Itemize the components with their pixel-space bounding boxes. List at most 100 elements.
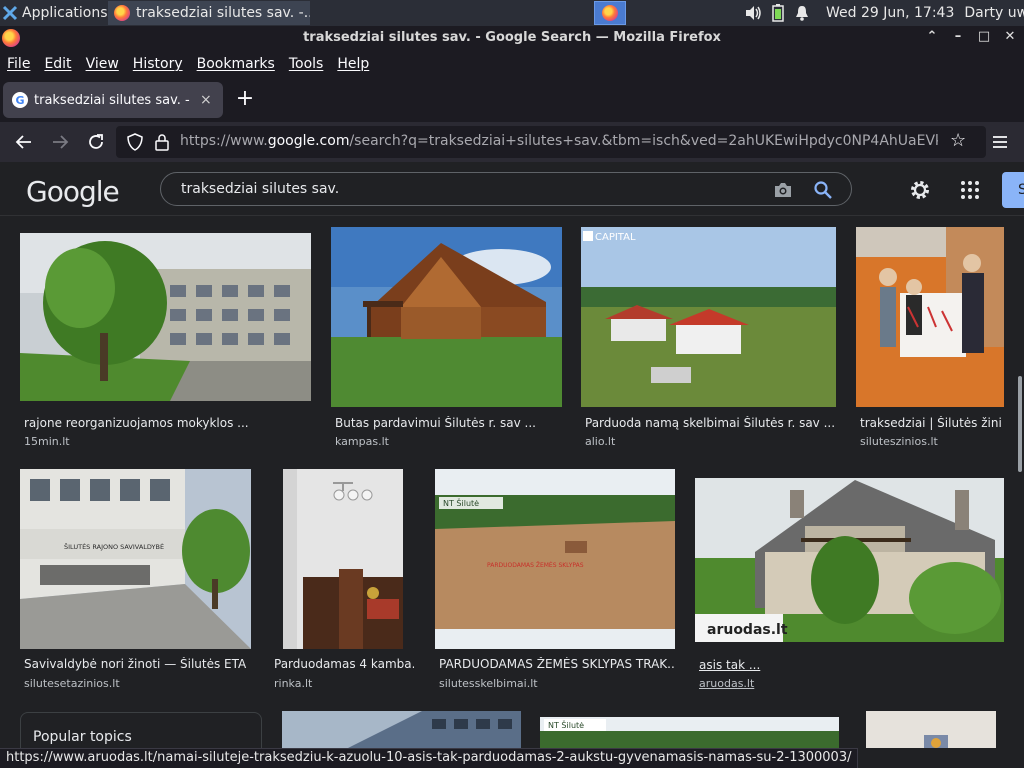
result-image[interactable] [282,711,521,748]
image-result-11[interactable] [866,711,996,748]
menu-help[interactable]: Help [337,56,369,72]
result-image[interactable] [331,227,562,407]
menu-edit[interactable]: Edit [44,56,71,72]
bookmark-star-icon[interactable]: ☆ [950,130,966,151]
image-result-8[interactable]: aruodas.lt asis tak ... aruodas.lt [695,478,1005,699]
applications-menu[interactable]: Applications ⁝ [2,3,116,23]
menu-view[interactable]: View [86,56,119,72]
image-result-2[interactable]: Butas pardavimui Šilutės r. sav ... kamp… [331,227,562,465]
result-caption[interactable]: PARDUODAMAS ŽEMĖS SKLYPAS TRAK... [439,657,675,671]
result-source[interactable]: silutesetazinios.lt [24,677,120,690]
result-source[interactable]: rinka.lt [274,677,312,690]
result-source[interactable]: alio.lt [585,435,615,448]
result-source[interactable]: 15min.lt [24,435,70,448]
workspace-pager[interactable] [594,1,626,25]
result-caption[interactable]: rajone reorganizuojamos mokyklos ... [24,416,304,430]
tab-strip: G traksedziai silutes sav. - × + [0,78,1024,122]
window-title: traksedziai silutes sav. - Google Search… [303,30,721,45]
result-caption[interactable]: Parduoda namą skelbimai Šilutės r. sav .… [585,416,835,430]
tab-close-icon[interactable]: × [200,92,212,108]
battery-icon[interactable] [772,4,784,22]
result-image[interactable]: NT Šilutė [540,717,839,748]
xfce-logo-icon [2,5,18,21]
search-input[interactable] [181,179,741,199]
wooden-house-image [331,227,562,407]
result-caption[interactable]: traksedziai | Šilutės žini... [860,416,1002,430]
image-result-5[interactable]: ŠILUTĖS RAJONO SAVIVALDYBĖ Savivaldybė n… [20,469,252,699]
menu-bookmarks[interactable]: Bookmarks [197,56,275,72]
image-result-6[interactable]: Parduodamas 4 kamba... rinka.lt [270,469,418,699]
window-titlebar: traksedziai silutes sav. - Google Search… [0,26,1024,50]
app-menu-icon[interactable] [990,132,1010,152]
applications-label: Applications [22,5,108,21]
tab-google-search[interactable]: G traksedziai silutes sav. - × [3,82,223,118]
link-status-bar: https://www.aruodas.lt/namai-siluteje-tr… [0,748,859,768]
window-shade-button[interactable]: ⌃ [924,29,940,44]
image-result-1[interactable]: rajone reorganizuojamos mokyklos ... 15m… [20,233,312,465]
menu-bar: File Edit View History Bookmarks Tools H… [0,50,1024,78]
reload-button[interactable] [84,130,108,154]
taskbar-window-title: traksedziai silutes sav. -... [136,5,310,21]
tracking-protection-shield-icon[interactable] [126,133,144,151]
back-button[interactable] [12,130,36,154]
result-image[interactable]: CAPITAL [581,227,836,407]
result-source[interactable]: kampas.lt [335,435,389,448]
lock-icon[interactable] [154,133,170,151]
menu-tools[interactable]: Tools [289,56,324,72]
image-result-3[interactable]: CAPITAL Parduoda namą skelbimai Šilutės … [581,227,836,465]
result-caption[interactable]: Savivaldybė nori žinoti — Šilutės ETA ..… [24,657,249,671]
google-search-box[interactable] [160,172,852,206]
interior-poster-image [866,711,996,748]
result-image[interactable] [866,711,996,748]
result-image[interactable]: aruodas.lt [695,478,1004,642]
navigation-toolbar: https://www.google.com/search?q=traksedz… [0,122,1024,162]
window-minimize-button[interactable]: – [950,29,966,44]
url-path: /search?q=traksedziai+silutes+sav.&tbm=i… [349,133,938,149]
result-source[interactable]: aruodas.lt [699,677,754,690]
notification-bell-icon[interactable] [794,5,810,21]
nt-silute-watermark-2: NT Šilutė [548,719,584,730]
popular-topics-box[interactable]: Popular topics [20,712,262,748]
page-scrollbar[interactable] [1018,376,1022,472]
volume-icon[interactable] [744,5,762,21]
aruodas-watermark: aruodas.lt [707,622,788,638]
forward-arrow-icon [53,135,69,149]
window-close-button[interactable]: ✕ [1002,29,1018,44]
result-source[interactable]: siluteszinios.lt [860,435,938,448]
municipality-sign: ŠILUTĖS RAJONO SAVIVALDYBĖ [64,542,164,551]
forward-button[interactable] [48,130,72,154]
image-result-7[interactable]: NT Šilutė PARDUODAMAS ŽEMĖS SKLYPAS PARD… [435,469,675,699]
google-logo[interactable]: Google [26,175,120,208]
settings-gear-icon[interactable] [908,178,932,202]
result-image[interactable]: ŠILUTĖS RAJONO SAVIVALDYBĖ [20,469,251,649]
user-name[interactable]: Darty uwu [964,5,1024,21]
result-image[interactable] [20,233,311,401]
url-bar[interactable]: https://www.google.com/search?q=traksedz… [116,126,986,158]
taskbar-window-firefox[interactable]: traksedziai silutes sav. -... [108,1,310,25]
sign-in-button[interactable]: S [1002,172,1024,208]
url-text[interactable]: https://www.google.com/search?q=traksedz… [180,133,938,153]
image-result-4[interactable]: traksedziai | Šilutės žini... siluteszin… [856,227,1006,465]
land-plot-aerial-image: NT Šilutė PARDUODAMAS ŽEMĖS SKLYPAS [435,469,675,649]
search-icon[interactable] [813,180,833,200]
google-apps-grid-icon[interactable] [960,180,980,200]
camera-search-icon[interactable] [773,181,793,199]
result-caption[interactable]: Butas pardavimui Šilutės r. sav ... [335,416,560,430]
new-tab-button[interactable]: + [234,88,256,110]
result-image[interactable] [856,227,1004,407]
menu-history[interactable]: History [133,56,183,72]
image-result-9[interactable] [282,711,521,748]
result-caption[interactable]: Parduodamas 4 kamba... [274,657,414,671]
result-caption[interactable]: asis tak ... [699,658,999,672]
window-maximize-button[interactable]: □ [976,29,992,44]
url-domain: google.com [267,133,350,149]
people-with-poster-image [856,227,1004,407]
firefox-icon [114,5,130,21]
image-result-10[interactable]: NT Šilutė [540,717,839,748]
clock[interactable]: Wed 29 Jun, 17:43 [826,5,954,21]
menu-file[interactable]: File [7,56,30,72]
result-image[interactable]: NT Šilutė PARDUODAMAS ŽEMĖS SKLYPAS [435,469,675,649]
result-image[interactable] [283,469,403,649]
url-prefix: https://www. [180,133,268,149]
result-source[interactable]: silutesskelbimai.lt [439,677,538,690]
